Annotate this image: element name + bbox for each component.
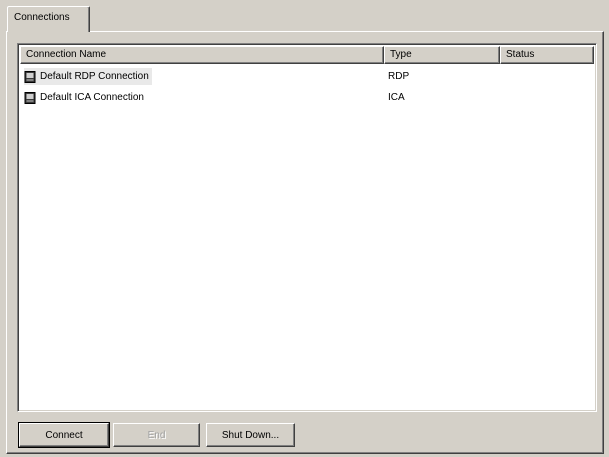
list-header: Connection Name Type Status xyxy=(20,46,594,64)
column-header-status[interactable]: Status xyxy=(500,46,594,64)
connections-list[interactable]: Connection Name Type Status Default RDP … xyxy=(17,43,597,412)
connection-type: RDP xyxy=(388,71,410,82)
column-header-type[interactable]: Type xyxy=(384,46,500,64)
column-header-label: Type xyxy=(390,49,412,60)
terminal-computer-icon xyxy=(24,91,37,104)
connect-button[interactable]: Connect xyxy=(18,422,110,448)
column-header-label: Status xyxy=(506,49,535,60)
terminal-computer-icon xyxy=(24,70,37,83)
connections-window: Connections Connection Name Type Status xyxy=(0,0,609,457)
shut-down-button[interactable]: Shut Down... xyxy=(206,423,295,447)
tab-label: Connections xyxy=(14,12,70,23)
list-item-name-cell[interactable]: Default ICA Connection xyxy=(24,89,147,106)
list-item[interactable]: Default ICA Connection ICA xyxy=(20,87,594,108)
end-button[interactable]: End xyxy=(113,423,200,447)
tab-connections[interactable]: Connections xyxy=(7,6,90,32)
connection-name: Default RDP Connection xyxy=(40,71,149,82)
connection-type: ICA xyxy=(388,92,405,103)
list-rows: Default RDP Connection RDP Default ICA C… xyxy=(20,66,594,108)
list-item[interactable]: Default RDP Connection RDP xyxy=(20,66,594,87)
column-header-connection-name[interactable]: Connection Name xyxy=(20,46,384,64)
connection-name: Default ICA Connection xyxy=(40,92,144,103)
list-item-name-cell[interactable]: Default RDP Connection xyxy=(24,68,152,85)
column-header-label: Connection Name xyxy=(26,49,107,60)
